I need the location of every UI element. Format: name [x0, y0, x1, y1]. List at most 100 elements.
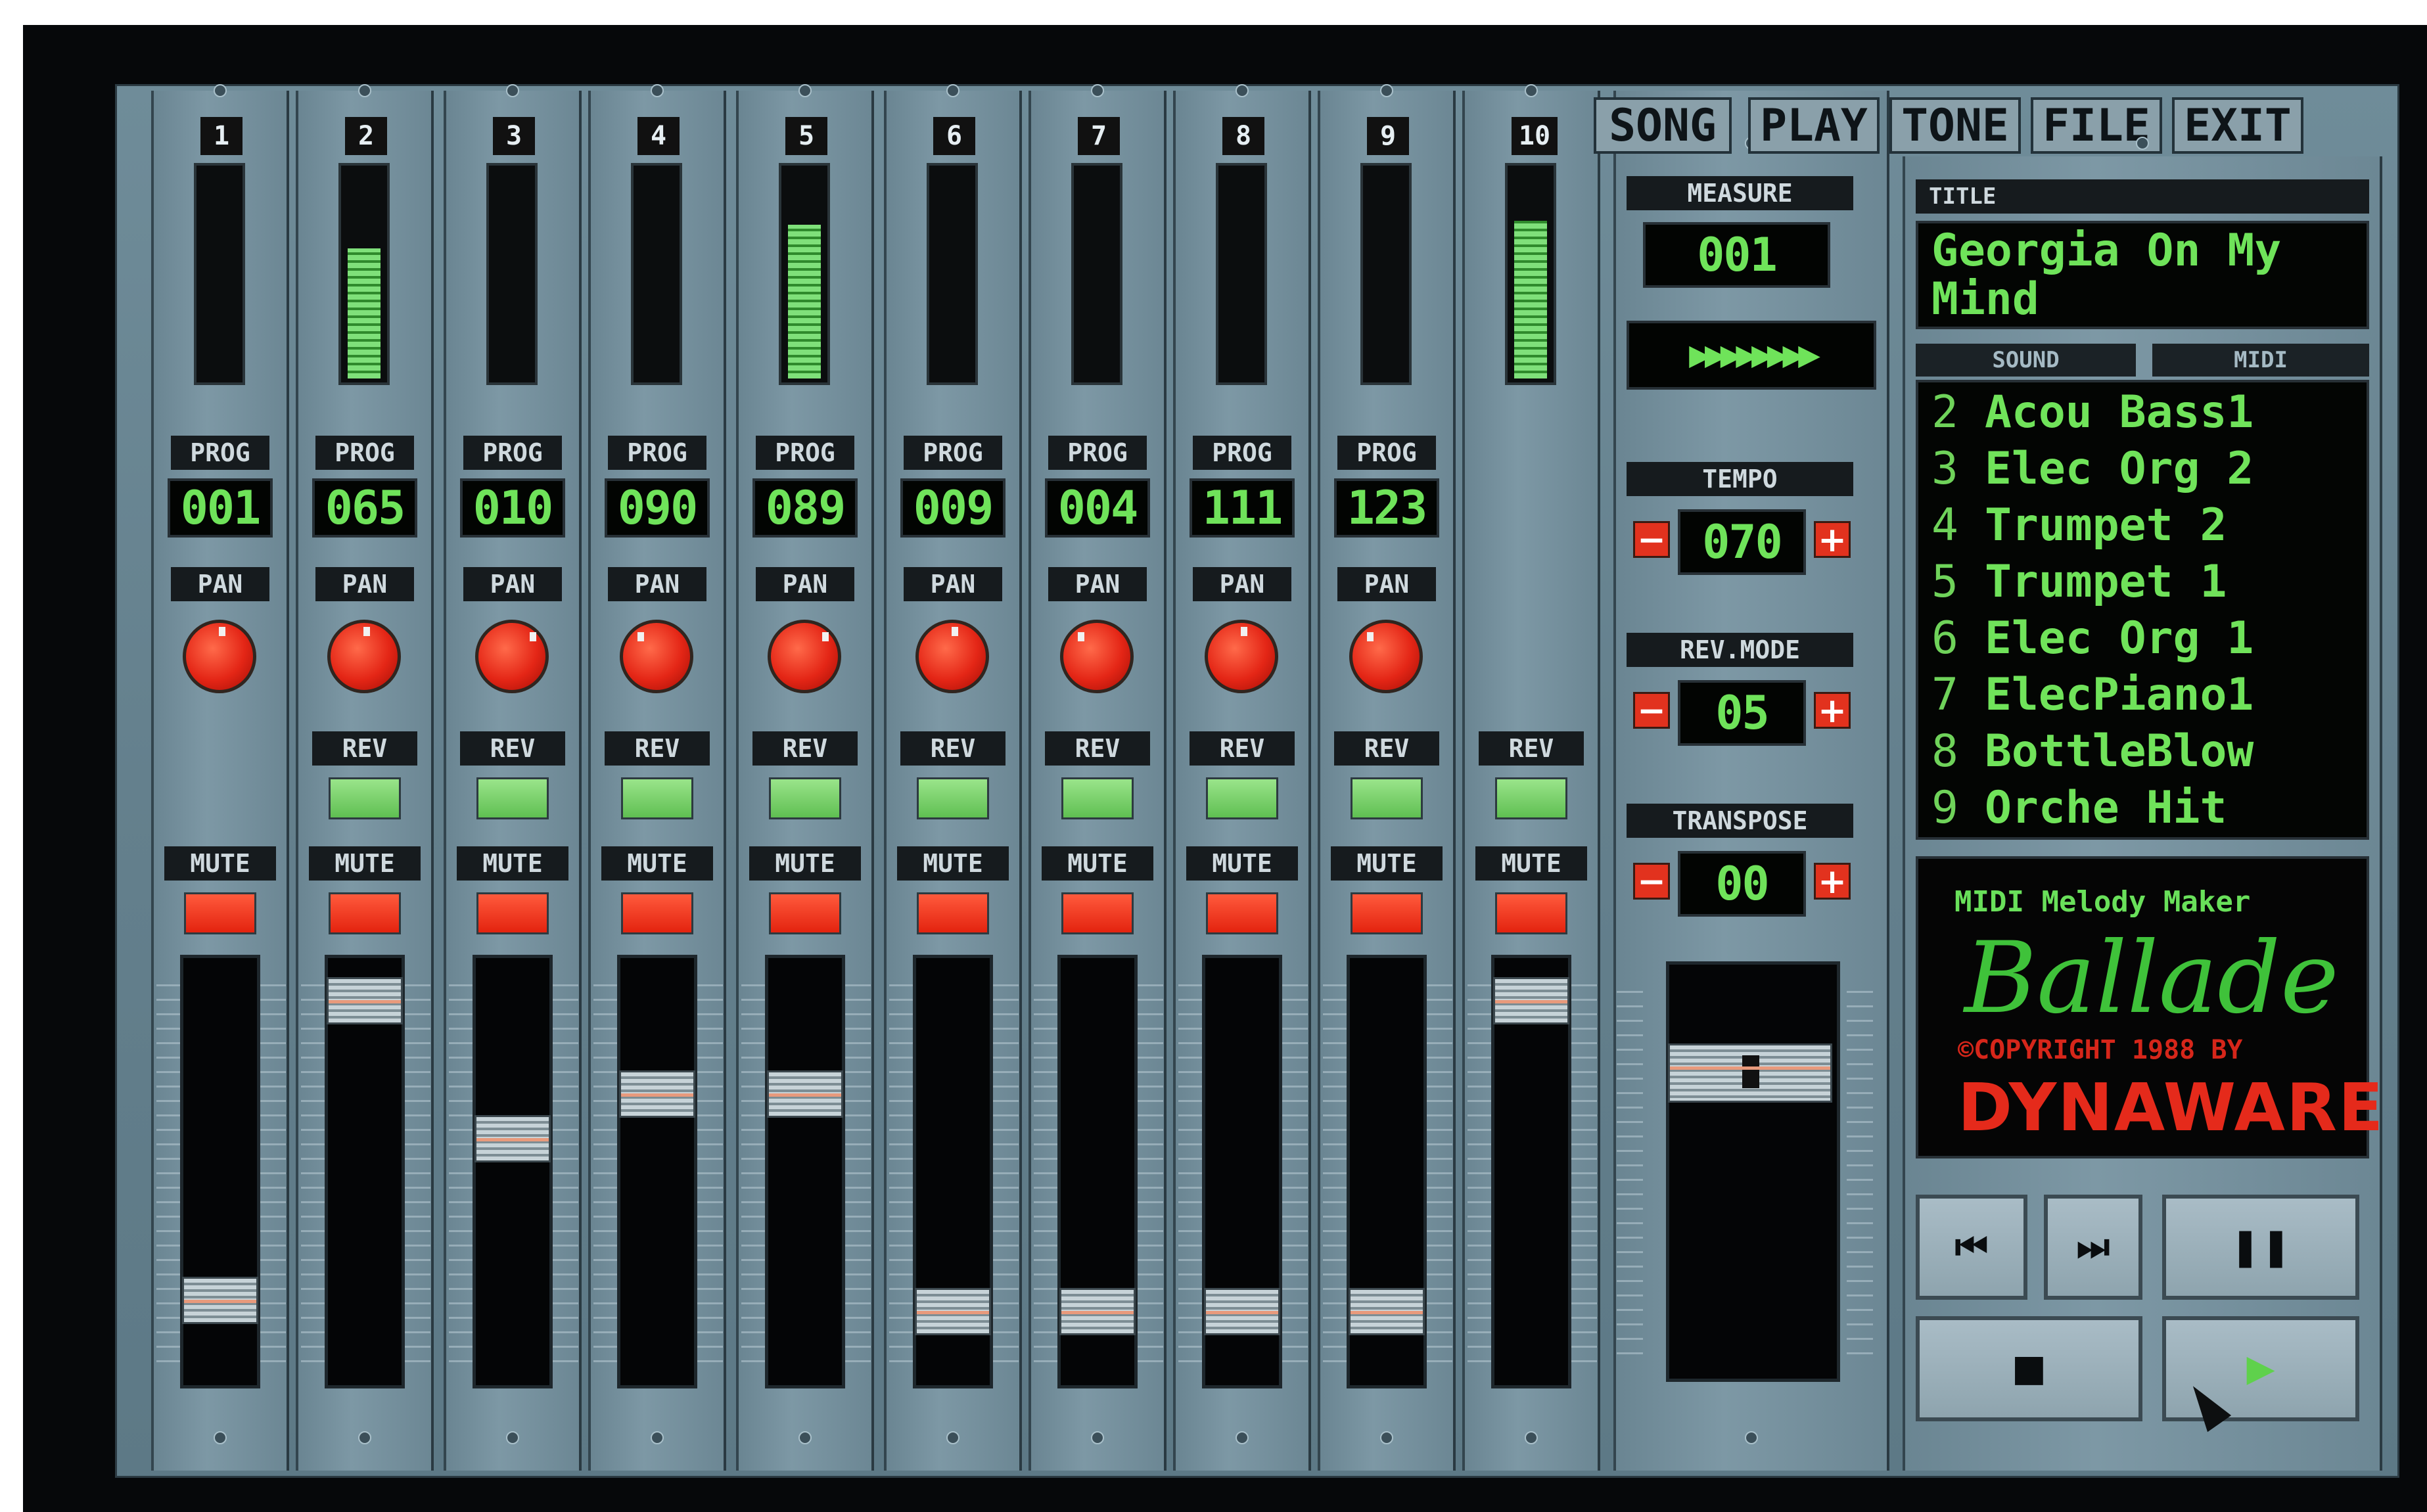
volume-fader-handle[interactable]: [619, 1070, 695, 1118]
rev-toggle[interactable]: [621, 777, 693, 819]
volume-fader-track[interactable]: [1347, 955, 1427, 1388]
fader-scale: [301, 984, 327, 1365]
screw-icon: [358, 84, 371, 97]
pan-knob[interactable]: [1205, 620, 1278, 693]
list-item[interactable]: 3 Elec Org 2: [1931, 443, 2254, 499]
pan-knob[interactable]: [1060, 620, 1134, 693]
mute-toggle[interactable]: [1206, 892, 1278, 934]
tab-midi[interactable]: MIDI: [2152, 344, 2369, 377]
list-item[interactable]: 2 Acou Bass1: [1931, 386, 2254, 443]
list-item-name: ElecPiano1: [1984, 669, 2254, 721]
pan-knob[interactable]: [475, 620, 549, 693]
master-fader-handle[interactable]: [1668, 1043, 1832, 1103]
rev-mode-decrement-button[interactable]: −: [1633, 692, 1670, 729]
transpose-increment-button[interactable]: +: [1814, 863, 1851, 900]
prog-value[interactable]: 111: [1190, 478, 1295, 538]
list-item[interactable]: 5 Trumpet 1: [1931, 556, 2227, 612]
prog-value[interactable]: 001: [168, 478, 273, 538]
prog-value[interactable]: 090: [605, 478, 710, 538]
mute-toggle[interactable]: [917, 892, 989, 934]
mute-toggle[interactable]: [621, 892, 693, 934]
pan-knob[interactable]: [1349, 620, 1423, 693]
logo-box: MIDI Melody Maker Ballade ©COPYRIGHT 1988 …: [1916, 856, 2383, 1158]
volume-fader-handle[interactable]: [915, 1287, 991, 1335]
prog-value[interactable]: 123: [1334, 478, 1439, 538]
rev-label: REV: [605, 731, 710, 766]
rev-toggle[interactable]: [917, 777, 989, 819]
fader-scale: [697, 984, 723, 1365]
volume-fader-handle[interactable]: [474, 1115, 551, 1163]
volume-fader-track[interactable]: [765, 955, 845, 1388]
volume-fader-handle[interactable]: [767, 1070, 843, 1118]
pause-button[interactable]: ❚❚: [2162, 1195, 2359, 1300]
song-title-line1: Georgia On My: [1931, 225, 2282, 277]
prog-value[interactable]: 009: [900, 478, 1005, 538]
mute-label: MUTE: [749, 846, 861, 881]
transpose-decrement-button[interactable]: −: [1633, 863, 1670, 900]
pan-knob[interactable]: [768, 620, 841, 693]
mute-toggle[interactable]: [1061, 892, 1134, 934]
volume-fader-track[interactable]: [617, 955, 697, 1388]
mute-toggle[interactable]: [1351, 892, 1423, 934]
transpose-label: TRANSPOSE: [1627, 804, 1853, 838]
volume-fader-track[interactable]: [473, 955, 553, 1388]
pan-knob[interactable]: [327, 620, 401, 693]
pan-knob[interactable]: [620, 620, 693, 693]
pan-knob[interactable]: [915, 620, 989, 693]
mute-toggle[interactable]: [329, 892, 401, 934]
rev-mode-increment-button[interactable]: +: [1814, 692, 1851, 729]
volume-fader-track[interactable]: [1057, 955, 1138, 1388]
volume-fader-handle[interactable]: [1204, 1287, 1280, 1335]
mute-toggle[interactable]: [1495, 892, 1567, 934]
list-item[interactable]: 6 Elec Org 1: [1931, 612, 2254, 669]
prog-label: PROG: [1337, 436, 1436, 470]
fader-scale: [1323, 984, 1349, 1365]
volume-fader-handle[interactable]: [1349, 1287, 1425, 1335]
list-item[interactable]: 7 ElecPiano1: [1931, 669, 2254, 725]
tempo-decrement-button[interactable]: −: [1633, 521, 1670, 558]
stop-button[interactable]: ■: [1916, 1316, 2142, 1421]
list-item[interactable]: 8 BottleBlow: [1931, 725, 2254, 782]
master-fader-track[interactable]: [1666, 961, 1840, 1382]
volume-fader-track[interactable]: [325, 955, 405, 1388]
menu-tab-song[interactable]: SONG: [1594, 97, 1732, 154]
volume-fader-handle[interactable]: [1493, 976, 1569, 1024]
volume-fader-handle[interactable]: [327, 976, 403, 1024]
rev-toggle[interactable]: [476, 777, 549, 819]
mute-toggle[interactable]: [476, 892, 549, 934]
mute-toggle[interactable]: [184, 892, 256, 934]
volume-fader-handle[interactable]: [1059, 1287, 1136, 1335]
prev-button[interactable]: ⏮: [1916, 1195, 2027, 1300]
volume-fader-track[interactable]: [180, 955, 260, 1388]
mute-toggle[interactable]: [769, 892, 841, 934]
prog-value[interactable]: 010: [460, 478, 565, 538]
menu-tab-exit[interactable]: EXIT: [2172, 97, 2303, 154]
prog-value[interactable]: 089: [752, 478, 858, 538]
volume-fader-track[interactable]: [913, 955, 993, 1388]
volume-fader-track[interactable]: [1202, 955, 1282, 1388]
menu-tab-play[interactable]: PLAY: [1748, 97, 1880, 154]
volume-fader-handle[interactable]: [182, 1276, 258, 1324]
next-button[interactable]: ⏭: [2044, 1195, 2142, 1300]
rev-toggle[interactable]: [329, 777, 401, 819]
pan-knob[interactable]: [183, 620, 256, 693]
rev-toggle[interactable]: [1061, 777, 1134, 819]
tab-sound[interactable]: SOUND: [1916, 344, 2136, 377]
menu-tab-tone[interactable]: TONE: [1889, 97, 2021, 154]
volume-fader-track[interactable]: [1491, 955, 1571, 1388]
pan-label: PAN: [608, 567, 706, 601]
tempo-increment-button[interactable]: +: [1814, 521, 1851, 558]
screw-icon: [651, 84, 664, 97]
rev-toggle[interactable]: [1206, 777, 1278, 819]
list-item-name: Orche Hit: [1984, 782, 2227, 834]
list-item[interactable]: 4 Trumpet 2: [1931, 499, 2227, 556]
rev-toggle[interactable]: [769, 777, 841, 819]
prog-value[interactable]: 065: [312, 478, 417, 538]
prog-value[interactable]: 004: [1045, 478, 1150, 538]
list-item-number: 5: [1931, 556, 1958, 608]
sound-list[interactable]: 2 Acou Bass1 3 Elec Org 2 4 Trumpet 2 5 Trumpet…: [1916, 380, 2369, 840]
list-item[interactable]: 9 Orche Hit: [1931, 782, 2227, 837]
rev-toggle[interactable]: [1495, 777, 1567, 819]
rev-label: REV: [1334, 731, 1439, 766]
rev-toggle[interactable]: [1351, 777, 1423, 819]
